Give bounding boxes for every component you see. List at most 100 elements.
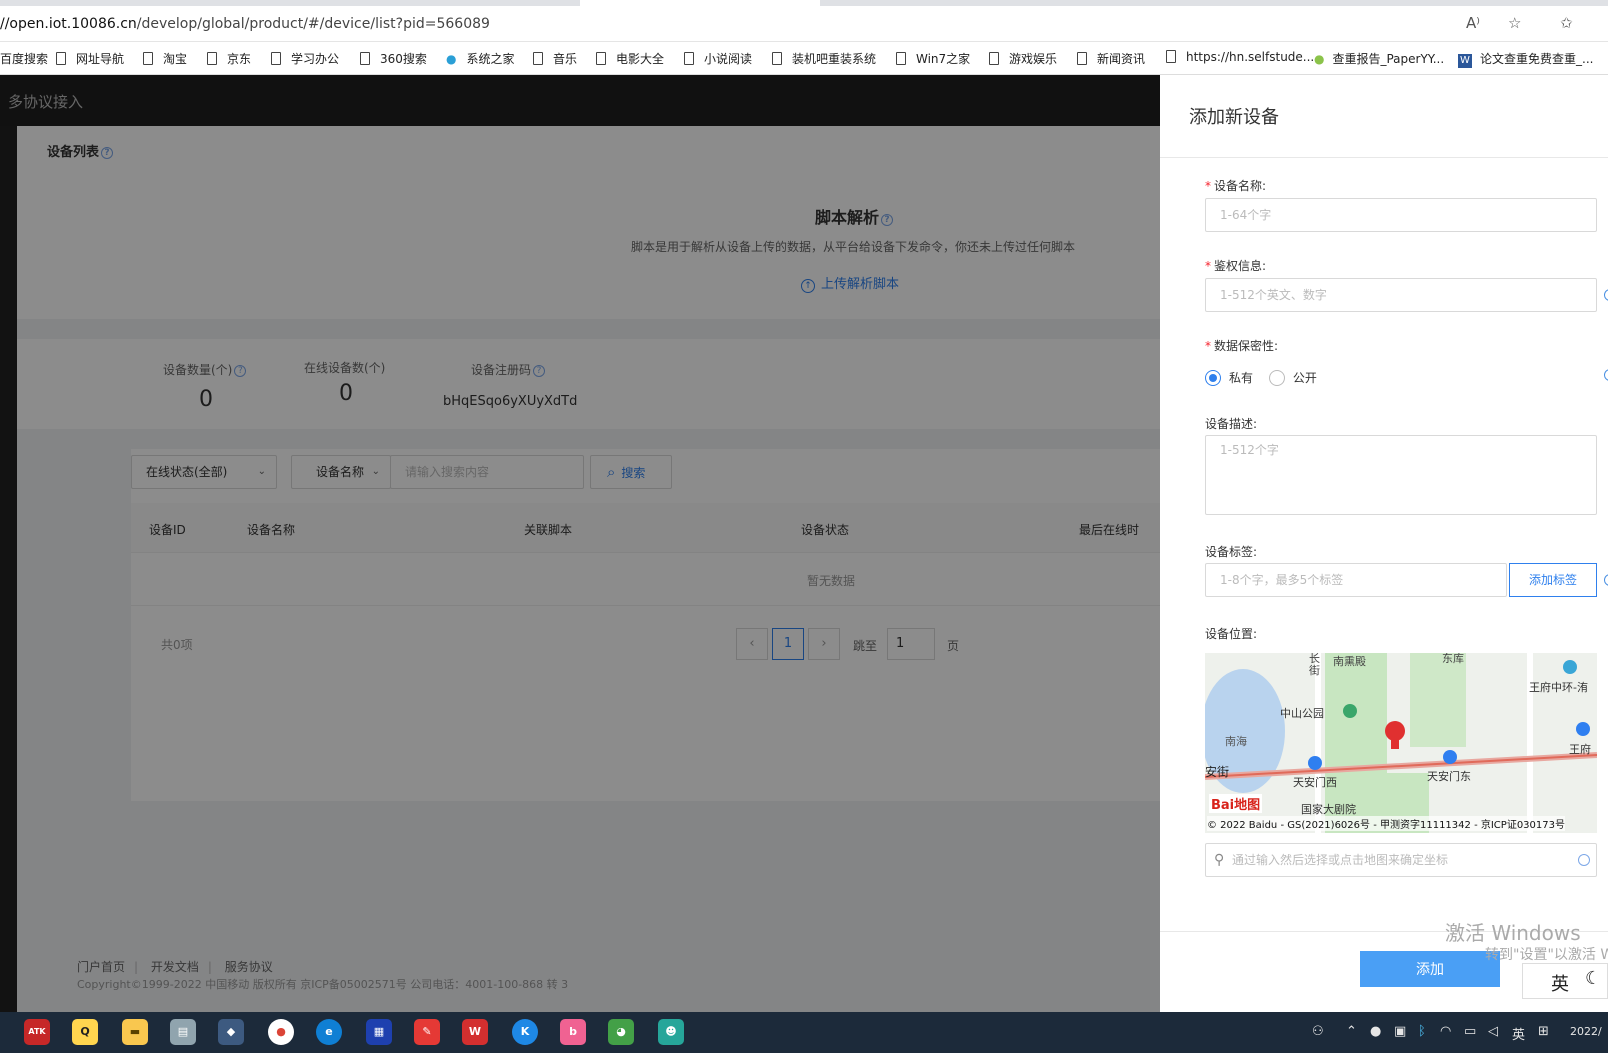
page-icon	[207, 52, 217, 65]
file-explorer-icon[interactable]: ▬	[122, 1019, 148, 1045]
description-label: 设备描述:	[1205, 417, 1258, 431]
map-label: 中山公园	[1280, 707, 1324, 720]
favorites-icon[interactable]: ✩	[1560, 14, 1573, 32]
page-icon	[896, 52, 906, 65]
bookmark-item[interactable]: https://hn.selfstude...	[1166, 50, 1314, 64]
device-name-input[interactable]: 1-64个字	[1205, 198, 1597, 232]
bookmark-item[interactable]: 音乐	[533, 50, 577, 67]
bookmark-item[interactable]: 新闻资讯	[1077, 50, 1145, 67]
bookmark-item[interactable]: 淘宝	[143, 50, 187, 67]
wechat-icon[interactable]: ◕	[608, 1019, 634, 1045]
page-icon	[989, 52, 999, 65]
map-label: 王府中环-洧	[1529, 681, 1588, 694]
wifi-icon[interactable]: ◠	[1440, 1024, 1451, 1039]
radio-unchecked-icon	[1268, 370, 1285, 386]
location-pin-icon: ⚲	[1214, 852, 1225, 868]
volume-icon[interactable]: ◁	[1488, 1024, 1498, 1039]
radio-checked-icon	[1205, 370, 1221, 386]
help-icon[interactable]	[1604, 574, 1608, 586]
ime-grid-icon[interactable]: ⊞	[1538, 1024, 1549, 1039]
bookmark-item[interactable]: Win7之家	[896, 50, 970, 67]
ide-app-icon[interactable]: ◆	[218, 1019, 244, 1045]
location-map[interactable]: 南熏殿 长街 东库 中山公园 王府中环-洧 南海 王府 安街 天安门西 天安门东…	[1205, 653, 1597, 833]
ime-mode[interactable]: 英	[1551, 970, 1569, 996]
help-icon[interactable]	[1604, 289, 1608, 301]
bookmark-item[interactable]: 装机吧重装系统	[772, 50, 876, 67]
bookmarks-bar: 百度搜索 网址导航 淘宝 京东 学习办公 360搜索 ● 系统之家 音乐 电影大全…	[0, 42, 1608, 75]
windows-activation-subtext: 转到"设置"以激活 Wind	[1485, 947, 1608, 963]
read-aloud-icon[interactable]: A⁾	[1466, 14, 1480, 32]
map-label: 天安门东	[1427, 770, 1471, 783]
bookmark-item[interactable]: 网址导航	[56, 50, 124, 67]
grid-app-icon[interactable]: ▦	[366, 1019, 392, 1045]
ime-tray-label[interactable]: 英	[1512, 1024, 1525, 1043]
page-icon	[143, 52, 153, 65]
page-icon	[533, 52, 543, 65]
privacy-radio-group: 私有 公开	[1205, 369, 1317, 386]
bookmark-item[interactable]: 百度搜索	[0, 50, 48, 67]
description-textarea[interactable]: 1-512个字	[1205, 435, 1597, 515]
map-label: 国家大剧院	[1301, 803, 1356, 816]
map-label: 王府	[1569, 743, 1591, 756]
page-icon	[56, 52, 66, 65]
wps-icon[interactable]: W	[462, 1019, 488, 1045]
tray-chevron-icon[interactable]: ⌃	[1346, 1024, 1357, 1039]
atk-app-icon[interactable]: ATK	[24, 1019, 50, 1045]
windows-taskbar: ATK Q ▬ ▤ ◆ ● e ▦ ✎ W K b ◕ ☻ ⚇ ⌃ ● ▣ ᛒ …	[0, 1012, 1608, 1053]
bookmark-item[interactable]: ● 系统之家	[446, 50, 515, 67]
location-input[interactable]: ⚲ 通过输入然后选择或点击地图来确定坐标	[1205, 843, 1597, 877]
bookmark-item[interactable]: 学习办公	[271, 50, 339, 67]
bookmark-item[interactable]: 游戏娱乐	[989, 50, 1057, 67]
map-copyright: © 2022 Baidu - GS(2021)6026号 - 甲测资字11111…	[1207, 816, 1565, 831]
auth-info-input[interactable]: 1-512个英文、数字	[1205, 278, 1597, 312]
modal-overlay[interactable]	[0, 75, 1160, 1012]
add-favorite-icon[interactable]: ☆	[1508, 14, 1521, 32]
tray-app-icon[interactable]: ●	[1370, 1024, 1381, 1039]
web-icon: ●	[446, 52, 457, 66]
bilibili-icon[interactable]: b	[560, 1019, 586, 1045]
bookmark-item[interactable]: ● 查重报告_PaperYY...	[1314, 50, 1444, 67]
url-text[interactable]: //open.iot.10086.cn/develop/global/produ…	[0, 16, 490, 32]
battery-icon[interactable]: ▭	[1464, 1024, 1476, 1039]
word-icon: W	[1458, 54, 1472, 68]
divider	[1160, 157, 1608, 158]
page-icon	[360, 52, 370, 65]
tags-label: 设备标签:	[1205, 545, 1258, 559]
device-name-label: * 设备名称:	[1205, 179, 1267, 193]
add-device-drawer: 添加新设备 * 设备名称: 1-64个字 * 鉴权信息: 1-512个英文、数字 *…	[1160, 75, 1608, 1012]
help-icon[interactable]	[1578, 854, 1590, 866]
drawer-title: 添加新设备	[1189, 107, 1279, 128]
add-device-button[interactable]: 添加	[1360, 951, 1500, 987]
radio-public[interactable]: 公开	[1268, 370, 1317, 386]
moon-icon[interactable]: ☾	[1585, 968, 1601, 989]
radio-private[interactable]: 私有	[1205, 370, 1265, 386]
bluetooth-icon[interactable]: ᛒ	[1418, 1024, 1426, 1039]
pen-app-icon[interactable]: ✎	[414, 1019, 440, 1045]
help-icon[interactable]	[1604, 369, 1608, 381]
add-tag-button[interactable]: 添加标签	[1509, 563, 1597, 597]
browser-address-bar[interactable]: //open.iot.10086.cn/develop/global/produ…	[0, 6, 1608, 42]
map-label: 安街	[1205, 765, 1230, 779]
page-icon	[1077, 52, 1087, 65]
windows-activation-watermark: 激活 Windows	[1445, 921, 1581, 945]
tags-input[interactable]: 1-8个字，最多5个标签	[1205, 563, 1507, 597]
bookmark-item[interactable]: W 论文查重免费查重_...	[1458, 50, 1593, 68]
ime-toolbar[interactable]: 英 ☾	[1522, 963, 1608, 999]
map-label: 天安门西	[1293, 776, 1337, 789]
edge-icon[interactable]: e	[316, 1019, 342, 1045]
people-icon[interactable]: ⚇	[1312, 1024, 1324, 1039]
bookmark-item[interactable]: 360搜索	[360, 50, 427, 67]
url-path: /develop/global/product/#/device/list?pi…	[136, 16, 490, 32]
tray-screen-icon[interactable]: ▣	[1394, 1024, 1406, 1039]
clock[interactable]: 2022/	[1570, 1025, 1602, 1038]
kugou-icon[interactable]: K	[512, 1019, 538, 1045]
chrome-icon[interactable]: ●	[268, 1019, 294, 1045]
page-icon	[772, 52, 782, 65]
bookmark-item[interactable]: 京东	[207, 50, 251, 67]
auth-info-label: * 鉴权信息:	[1205, 259, 1267, 273]
bookmark-item[interactable]: 电影大全	[596, 50, 664, 67]
qq-app-icon[interactable]: Q	[72, 1019, 98, 1045]
bookmark-item[interactable]: 小说阅读	[684, 50, 752, 67]
printer-app-icon[interactable]: ▤	[170, 1019, 196, 1045]
game-app-icon[interactable]: ☻	[658, 1019, 684, 1045]
